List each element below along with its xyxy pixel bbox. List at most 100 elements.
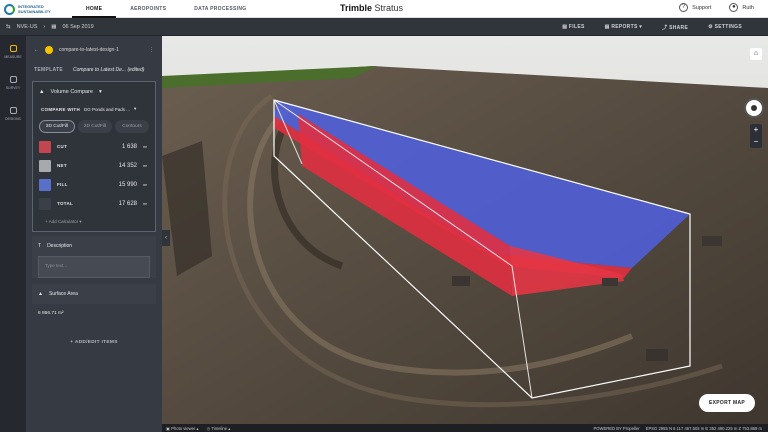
rail-designs[interactable]: DESIGNS [0,98,26,129]
timeline-toggle[interactable]: ◷ Timeline ▴ [207,426,231,431]
add-calculator-button[interactable]: + Add Calculator ▾ [33,213,155,231]
fill-label: FILL [57,182,68,187]
photo-viewer-toggle[interactable]: ▣ Photo viewer ▴ [166,426,199,431]
panel-header: ← compare-to-latest-design-1 ⋮ [26,36,162,63]
compare-with-value: DG Ponds and Pads ... [84,106,131,112]
rail-measure-label: MEASURE [4,54,22,59]
volume-compare-title: Volume Compare [50,89,93,95]
home-view-button[interactable]: ⌂ [750,48,762,60]
chevron-right-icon: › [43,24,46,30]
breadcrumb: ⇆ NVE-US › ▦ 06 Sep 2019 [6,18,94,36]
brand-light: Stratus [374,3,404,13]
description-section: T Description Type text... [32,236,156,278]
cut-swatch [39,140,51,153]
surface-area-header: ▲ Surface Area [32,284,156,304]
nav-aeropoints[interactable]: AEROPOINTS [116,0,180,18]
user-icon: ● [729,3,739,12]
volume-compare-card: ▲ Volume Compare ▾ COMPARE WITH DG Ponds… [32,81,156,232]
excavator-2 [702,236,722,246]
nav-home[interactable]: HOME [72,0,117,18]
terrain-scene [162,36,768,424]
chevron-down-icon: ▾ [98,89,102,95]
main-nav: HOME AEROPOINTS DATA PROCESSING [72,0,260,18]
loader [646,349,668,361]
map-viewport[interactable]: ⌂ + − EXPORT MAP [162,36,768,424]
user-name: Ruth [742,4,754,11]
volume-row-cut: CUT 1 638 m³ [33,137,155,156]
more-options-icon[interactable]: ⋮ [149,47,154,53]
zoom-control: + − [750,124,762,148]
measure-icon [9,44,17,52]
export-map-button[interactable]: EXPORT MAP [699,394,755,412]
text-icon: T [38,243,42,249]
net-label: NET [57,163,67,168]
template-row: TEMPLATE Compare to Latest De... (edited… [26,63,162,77]
tab-2d-cut-fill[interactable]: 2D Cut/Fill [78,120,112,133]
brand-bold: Trimble [340,3,373,13]
compare-with-label: COMPARE WITH [41,106,81,112]
chevron-down-icon: ▾ [134,106,137,111]
volume-row-fill: FILL 15 990 m³ [33,175,155,194]
nav-data-processing[interactable]: DATA PROCESSING [180,0,260,18]
support-label: Support [692,4,712,11]
cut-value: 1 638 [121,143,137,150]
mountain-icon: ▲ [38,291,43,297]
user-menu[interactable]: ● Ruth [729,3,754,12]
add-edit-items-button[interactable]: + ADD/EDIT ITEMS [26,340,162,345]
files-button[interactable]: ▤ FILES [562,24,584,30]
volume-row-net: NET 14 352 m³ [33,156,155,175]
compass-icon[interactable] [744,98,764,118]
total-value: 17 628 [118,200,137,207]
top-bar: INTEGRATED SUSTAINABILITY HOME AEROPOINT… [0,0,768,18]
fill-unit: m³ [143,182,148,187]
net-value: 14 352 [118,162,137,169]
support-link[interactable]: ? Support [679,3,711,12]
measurement-panel: ← compare-to-latest-design-1 ⋮ TEMPLATE … [26,36,162,432]
collapse-panel-button[interactable]: ‹ [162,230,170,246]
tab-3d-cut-fill[interactable]: 3D Cut/Fill [39,120,75,133]
site-selector[interactable]: NVE-US [17,24,38,30]
status-bar: ▣ Photo viewer ▴ ◷ Timeline ▴ POWERED BY… [162,424,768,432]
volume-row-total: TOTAL 17 628 m³ [33,194,155,213]
help-icon: ? [679,3,689,12]
settings-button[interactable]: ⚙ SETTINGS [708,24,742,30]
total-swatch [39,197,51,210]
compare-with-row[interactable]: COMPARE WITH DG Ponds and Pads ... ▾ [33,102,155,116]
rail-survey-label: SURVEY [5,85,21,90]
zoom-out-button[interactable]: − [750,136,762,148]
status-info: POWERED BY Propeller EPSG 2955 N 6 117 4… [593,426,768,431]
coordinate-readout: EPSG 2955 N 6 117 467.502 m E 352 490.22… [645,425,762,431]
back-arrow-icon[interactable]: ← [34,47,39,53]
view-mode-tabs: 3D Cut/Fill 2D Cut/Fill Contours [33,116,155,137]
volume-compare-header[interactable]: ▲ Volume Compare ▾ [33,82,155,102]
photo-viewer-label: Photo viewer [171,425,196,431]
template-dropdown[interactable]: Compare to Latest De... (edited) [73,67,144,73]
tab-contours[interactable]: Contours [115,120,149,133]
survey-icon [9,75,17,83]
description-title: Description [47,243,73,249]
template-label: TEMPLATE [34,67,63,73]
rail-survey[interactable]: SURVEY [0,67,26,98]
cut-unit: m³ [143,144,148,149]
share-label: SHARE [669,24,689,31]
measurement-color-dot[interactable] [45,45,53,54]
share-button[interactable]: ⤴ SHARE [662,24,688,31]
toolbar-actions: ▤ FILES ▤ REPORTS ▾ ⤴ SHARE ⚙ SETTINGS [562,18,742,36]
powered-by: POWERED BY Propeller [593,425,640,431]
description-input[interactable]: Type text... [38,256,150,278]
mountain-icon: ▲ [39,89,45,95]
measurement-name[interactable]: compare-to-latest-design-1 [59,47,143,53]
net-swatch [39,159,51,172]
date-selector[interactable]: 06 Sep 2019 [62,24,93,30]
dozer [602,278,618,286]
rail-measure[interactable]: MEASURE [0,36,26,67]
zoom-in-button[interactable]: + [750,124,762,136]
reports-label: REPORTS [611,24,638,30]
reports-button[interactable]: ▤ REPORTS ▾ [605,24,643,30]
company-logo[interactable]: INTEGRATED SUSTAINABILITY [4,2,66,16]
description-header: T Description [32,236,156,256]
app-brand: Trimble Stratus [340,3,403,13]
site-toolbar: ⇆ NVE-US › ▦ 06 Sep 2019 ▤ FILES ▤ REPOR… [0,18,768,36]
fill-value: 15 990 [118,181,137,188]
timeline-label: Timeline [211,425,228,431]
